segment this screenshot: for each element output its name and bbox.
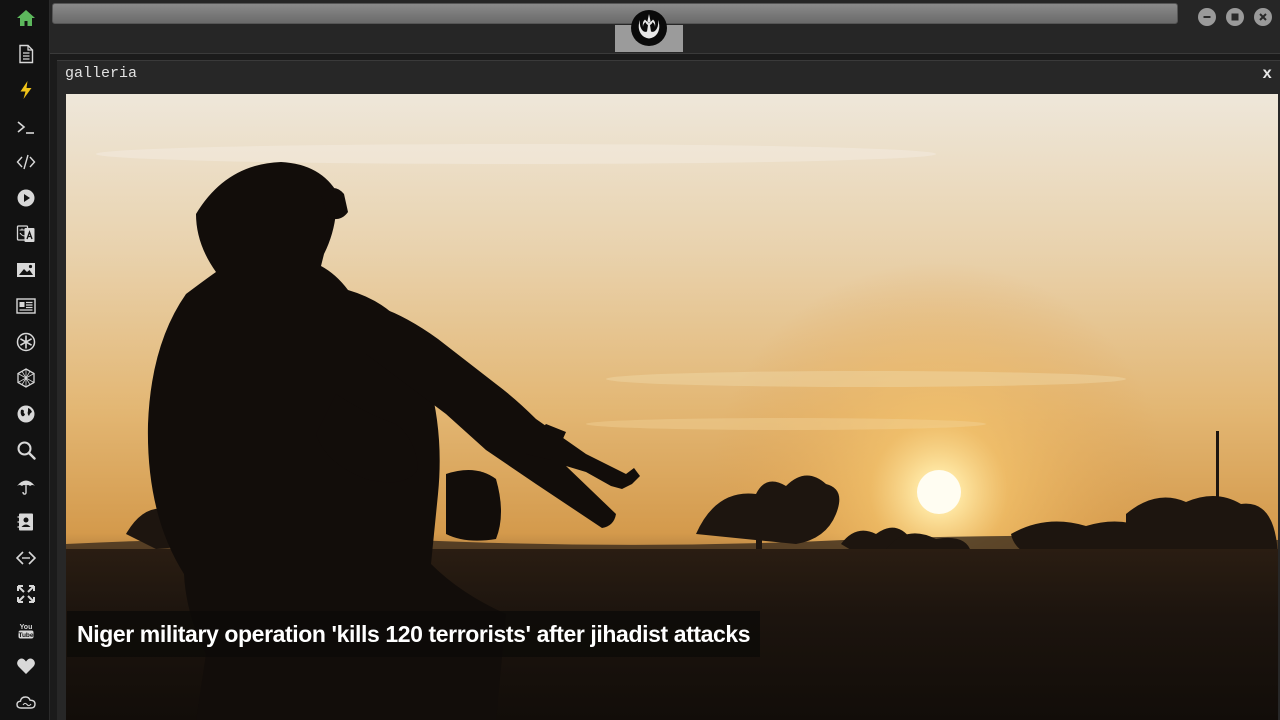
svg-text:Tube: Tube <box>18 632 33 639</box>
document-icon[interactable] <box>13 41 39 67</box>
panel-close-button[interactable]: x <box>1262 65 1272 83</box>
play-icon[interactable] <box>13 185 39 211</box>
code-icon[interactable] <box>13 149 39 175</box>
diamond-link-icon[interactable] <box>13 545 39 571</box>
left-sidebar: You Tube <box>0 0 50 720</box>
image-icon[interactable] <box>13 257 39 283</box>
umbrella-icon[interactable] <box>13 473 39 499</box>
contact-book-icon[interactable] <box>13 509 39 535</box>
close-window-button[interactable] <box>1254 8 1272 26</box>
expand-icon[interactable] <box>13 581 39 607</box>
terminal-icon[interactable] <box>13 114 39 140</box>
translate-icon[interactable] <box>13 221 39 247</box>
gallery-panel: galleria x Niger military operation 'kil… <box>57 60 1280 720</box>
lightning-icon[interactable] <box>13 77 39 103</box>
top-bar <box>50 0 1280 54</box>
globe-icon[interactable] <box>13 401 39 427</box>
youtube-icon[interactable]: You Tube <box>13 617 39 643</box>
home-icon[interactable] <box>13 5 39 31</box>
search-icon[interactable] <box>13 437 39 463</box>
minimize-button[interactable] <box>1198 8 1216 26</box>
hexagon-network-icon[interactable] <box>13 365 39 391</box>
rebel-alliance-icon[interactable] <box>13 329 39 355</box>
svg-text:You: You <box>20 624 33 631</box>
photo-caption: Niger military operation 'kills 120 terr… <box>67 611 761 657</box>
panel-title: galleria <box>65 65 138 82</box>
cloud-icon[interactable] <box>13 689 39 715</box>
maximize-button[interactable] <box>1226 8 1244 26</box>
heart-icon[interactable] <box>13 653 39 679</box>
newspaper-icon[interactable] <box>13 293 39 319</box>
address-bar[interactable] <box>52 3 1178 24</box>
rebel-logo-icon <box>629 8 669 48</box>
